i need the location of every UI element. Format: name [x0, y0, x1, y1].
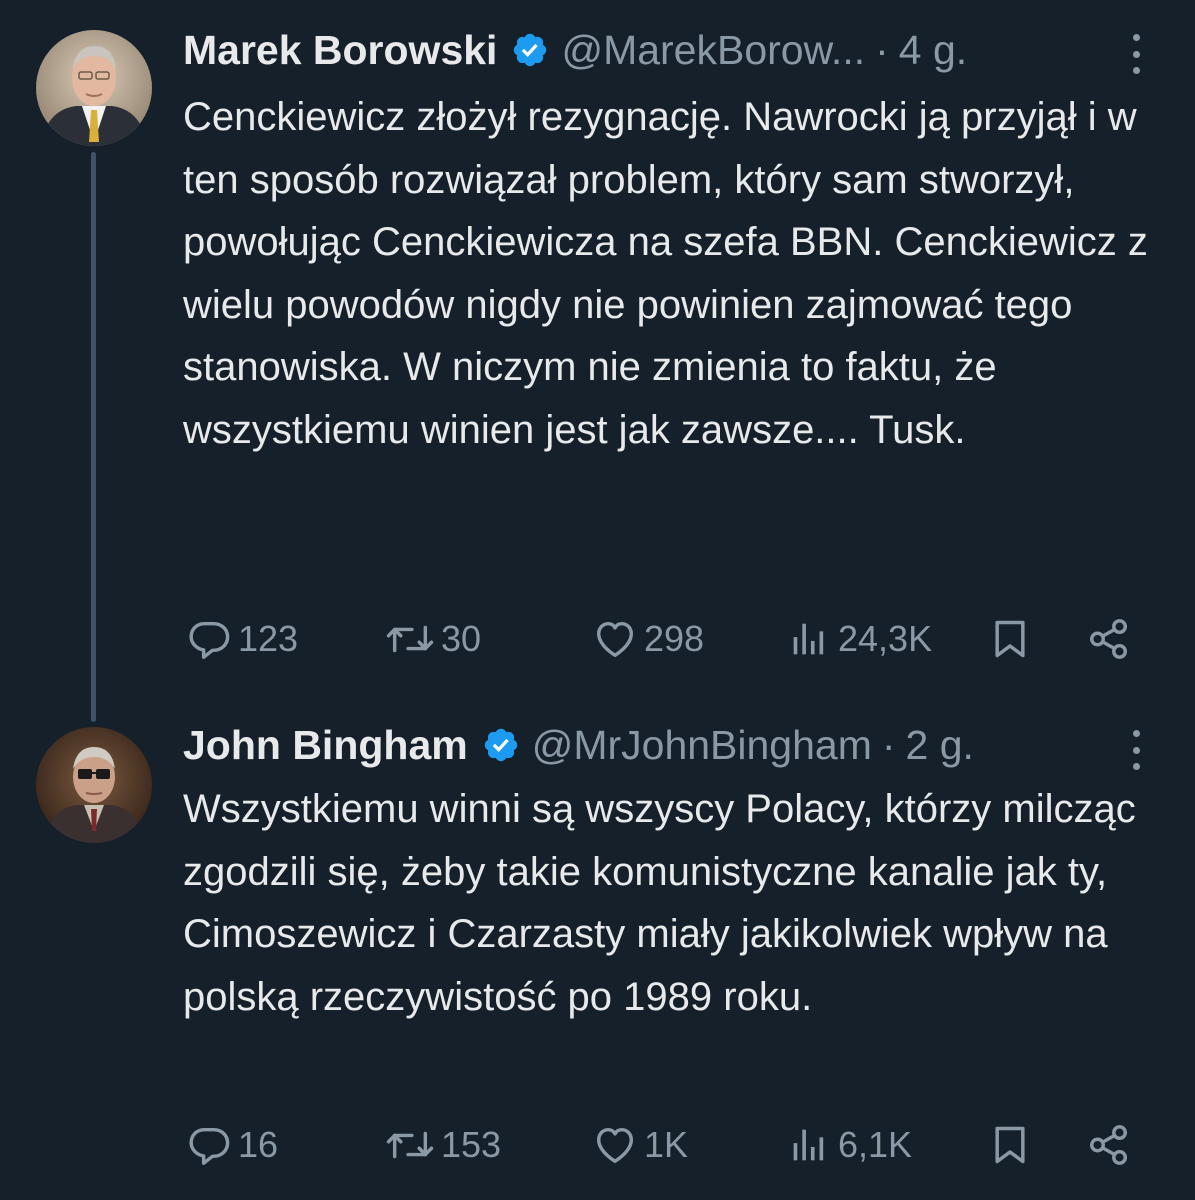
share-icon — [1085, 1122, 1133, 1168]
tweet-header: John Bingham @MrJohnBingham · 2 g. — [183, 715, 974, 775]
tweet-text: Wszystkiemu winni są wszyscy Polacy, któ… — [183, 787, 1136, 1019]
share-button[interactable] — [1085, 609, 1133, 669]
bookmark-button[interactable] — [988, 609, 1032, 669]
avatar[interactable] — [36, 30, 152, 146]
reply-icon — [186, 1122, 232, 1168]
retweet-button[interactable]: 30 — [385, 609, 481, 669]
timestamp[interactable]: 4 g. — [899, 20, 967, 80]
analytics-icon — [786, 616, 832, 662]
retweet-icon — [385, 1122, 435, 1168]
share-button[interactable] — [1085, 1115, 1133, 1175]
timestamp[interactable]: 2 g. — [906, 715, 974, 775]
action-bar: 16 153 1K 6,1K — [0, 1115, 1195, 1175]
action-bar: 123 30 298 24,3K — [0, 609, 1195, 669]
tweet-header: Marek Borowski @MarekBorow... · 4 g. — [183, 20, 967, 80]
more-options-icon[interactable] — [1130, 730, 1142, 770]
bookmark-icon — [988, 1122, 1032, 1168]
tweet-text: Cenckiewicz złożył rezygnację. Nawrocki … — [183, 95, 1148, 452]
reply-button[interactable]: 16 — [186, 1115, 278, 1175]
views-button[interactable]: 24,3K — [786, 609, 932, 669]
avatar[interactable] — [36, 727, 152, 843]
separator: · — [875, 27, 889, 73]
heart-icon — [592, 616, 638, 662]
views-count: 24,3K — [838, 618, 933, 659]
analytics-icon — [786, 1122, 832, 1168]
reply-count: 16 — [238, 1124, 279, 1165]
like-count: 1K — [644, 1124, 689, 1165]
author-handle[interactable]: @MarekBorow... — [561, 20, 865, 80]
retweet-icon — [385, 616, 435, 662]
bookmark-button[interactable] — [988, 1115, 1032, 1175]
heart-icon — [592, 1122, 638, 1168]
like-button[interactable]: 1K — [592, 1115, 688, 1175]
like-count: 298 — [644, 618, 705, 659]
more-options-icon[interactable] — [1130, 34, 1142, 74]
tweet-marek-borowski[interactable]: Marek Borowski @MarekBorow... · 4 g. Cen… — [0, 0, 1195, 722]
tweet-john-bingham[interactable]: John Bingham @MrJohnBingham · 2 g. Wszys… — [0, 700, 1195, 1200]
verified-badge-icon — [482, 726, 520, 764]
separator: · — [881, 722, 896, 768]
retweet-count: 153 — [441, 1124, 502, 1165]
retweet-button[interactable]: 153 — [385, 1115, 501, 1175]
author-name[interactable]: John Bingham — [183, 715, 468, 775]
author-name[interactable]: Marek Borowski — [183, 20, 497, 80]
reply-icon — [186, 616, 232, 662]
retweet-count: 30 — [441, 618, 482, 659]
views-button[interactable]: 6,1K — [786, 1115, 912, 1175]
share-icon — [1085, 616, 1133, 662]
verified-badge-icon — [511, 31, 549, 69]
views-count: 6,1K — [838, 1124, 913, 1165]
author-handle[interactable]: @MrJohnBingham — [532, 715, 872, 775]
reply-count: 123 — [238, 618, 299, 659]
like-button[interactable]: 298 — [592, 609, 704, 669]
reply-button[interactable]: 123 — [186, 609, 298, 669]
bookmark-icon — [988, 616, 1032, 662]
